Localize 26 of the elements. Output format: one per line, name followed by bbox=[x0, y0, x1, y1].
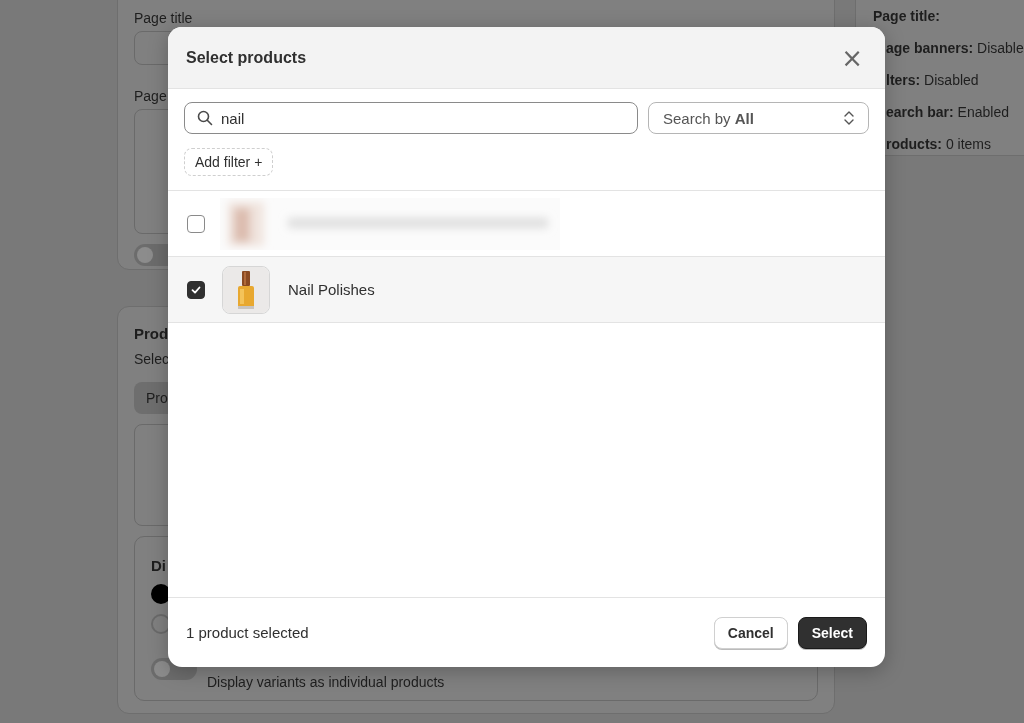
product-row[interactable]: Nail Polishes bbox=[168, 257, 885, 323]
add-filter-button[interactable]: Add filter + bbox=[184, 148, 274, 176]
selection-count: 1 product selected bbox=[186, 624, 309, 641]
field-label: Page bbox=[134, 87, 168, 105]
chevron-up-down-icon bbox=[844, 110, 854, 126]
toggle-label: Display variants as individual products bbox=[207, 673, 445, 690]
cancel-button[interactable]: Cancel bbox=[713, 616, 788, 649]
product-title: Nail Polishes bbox=[288, 281, 375, 298]
search-by-select[interactable]: Search by All bbox=[648, 102, 869, 134]
section-title: Prod bbox=[134, 325, 170, 342]
checkbox[interactable] bbox=[187, 214, 205, 233]
close-button[interactable]: × bbox=[837, 44, 867, 71]
search-field[interactable]: nail bbox=[184, 102, 638, 134]
radio-button[interactable] bbox=[151, 584, 171, 604]
checkbox[interactable] bbox=[187, 280, 205, 299]
summary-line: age banners: Disable bbox=[886, 39, 1024, 58]
dialog-title: Select products bbox=[186, 48, 307, 67]
search-icon bbox=[197, 110, 213, 126]
summary-line: Page title: bbox=[873, 7, 941, 26]
section-title: Di bbox=[151, 557, 167, 574]
field-label: Page title bbox=[134, 9, 194, 27]
summary-line: lters: Disabled bbox=[886, 71, 980, 90]
select-button[interactable]: Select bbox=[797, 616, 867, 649]
summary-line: earch bar: Enabled bbox=[886, 103, 1010, 122]
section-description: Selec bbox=[134, 350, 171, 368]
summary-line: roducts: 0 items bbox=[886, 135, 992, 154]
